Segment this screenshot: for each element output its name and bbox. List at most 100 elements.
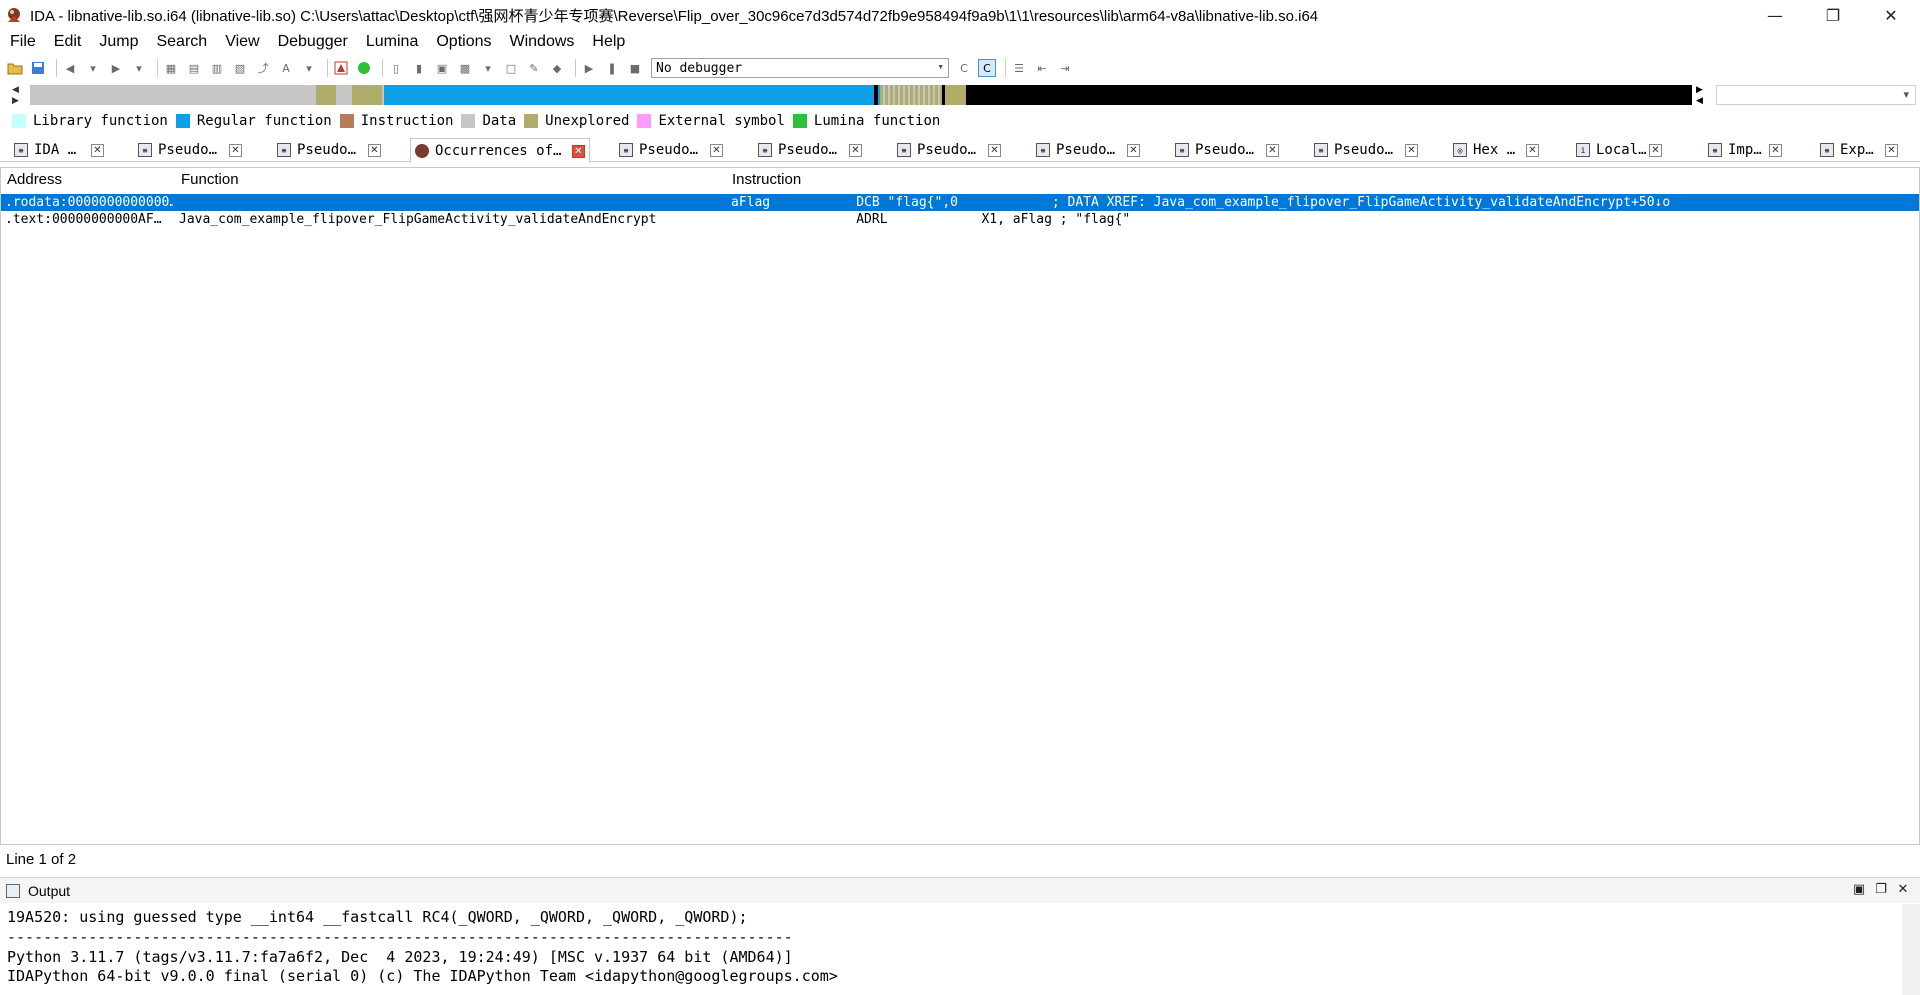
tab-exports[interactable]: ≡ Exp… ✕ [1816,138,1902,162]
column-header-instruction[interactable]: Instruction [732,171,801,188]
pseudocode-icon: ≡ [1036,143,1050,157]
menu-debugger[interactable]: Debugger [272,33,354,51]
menu-edit[interactable]: Edit [48,33,88,51]
chevron-down-icon[interactable]: ▾ [84,59,102,77]
close-tab-icon[interactable]: ✕ [1526,144,1539,157]
pause-icon[interactable]: ❚ [603,59,621,77]
chevron-down-icon[interactable]: ▾ [130,59,148,77]
array-icon[interactable]: ▩ [456,59,474,77]
restore-button[interactable]: ❐ [1804,0,1862,30]
breakpoint-icon[interactable]: ◆ [548,59,566,77]
tab-pseudocode[interactable]: ≡ Pseudo… ✕ [134,138,246,162]
ida-logo-icon [415,144,429,158]
pseudocode-icon: ≡ [277,143,291,157]
close-tab-icon[interactable]: ✕ [1769,144,1782,157]
debugger-select[interactable]: No debugger ▾ [651,58,949,78]
list-view-icon[interactable]: ☰ [1010,59,1028,77]
pseudocode-toggle-icon[interactable]: C [978,59,996,77]
menu-search[interactable]: Search [150,33,213,51]
undefine-icon[interactable]: □ [502,59,520,77]
indent-right-icon[interactable]: ⇥ [1056,59,1074,77]
float-icon[interactable]: ❐ [1870,882,1892,900]
menu-help[interactable]: Help [586,33,631,51]
nav-segment-unexplored [352,85,382,105]
close-tab-icon[interactable]: ✕ [368,144,381,157]
data-icon[interactable]: ▮ [410,59,428,77]
forward-icon[interactable]: ▶ [107,59,125,77]
tab-pseudocode[interactable]: ≡ Pseudo… ✕ [754,138,866,162]
menu-jump[interactable]: Jump [93,33,144,51]
menu-lumina[interactable]: Lumina [360,33,424,51]
tab-pseudocode[interactable]: ≡ Pseudo… ✕ [273,138,385,162]
nav-scroll-left-icon[interactable]: ◀ ▶ [12,84,26,106]
nav-segment-external [966,85,1692,105]
binary-search-icon[interactable]: ▦ [162,59,180,77]
code-icon[interactable]: ▯ [387,59,405,77]
table-row[interactable]: .rodata:0000000000000… aFlag DCB "flag{"… [1,194,1919,211]
tab-local-types[interactable]: i Local… ✕ [1572,138,1666,162]
disassembly-icon: ≡ [14,143,28,157]
chevron-down-icon[interactable]: ▾ [300,59,318,77]
play-icon[interactable]: ▶ [580,59,598,77]
tab-occurrences[interactable]: Occurrences of… ✕ [410,138,590,163]
output-scrollbar[interactable] [1902,904,1920,995]
close-tab-icon[interactable]: ✕ [1885,144,1898,157]
tab-hex-view[interactable]: ◎ Hex … ✕ [1449,138,1543,162]
text-search-icon[interactable]: ▤ [185,59,203,77]
close-tab-icon[interactable]: ✕ [1649,144,1662,157]
nav-scroll-right-icon[interactable]: ▶ ◀ [1696,84,1708,106]
tab-ida-view[interactable]: ≡ IDA … ✕ [10,138,108,162]
close-tab-icon[interactable]: ✕ [988,144,1001,157]
green-status-icon[interactable] [355,59,373,77]
save-icon[interactable] [29,59,47,77]
patch-icon[interactable]: ✎ [525,59,543,77]
back-icon[interactable]: ◀ [61,59,79,77]
close-tab-icon[interactable]: ✕ [572,145,585,158]
toolbar-separator [575,59,576,77]
open-folder-icon[interactable] [6,59,24,77]
column-header-function[interactable]: Function [181,171,239,188]
maximize-icon[interactable]: ▣ [1848,882,1870,900]
legend-instruction: Instruction [339,113,453,129]
chevron-down-icon[interactable]: ▾ [479,59,497,77]
navigation-strip[interactable] [30,85,1692,105]
pseudocode-icon: ≡ [897,143,911,157]
tab-pseudocode[interactable]: ≡ Pseudo… ✕ [1171,138,1283,162]
close-window-button[interactable]: ✕ [1862,0,1920,30]
close-tab-icon[interactable]: ✕ [91,144,104,157]
menu-view[interactable]: View [219,33,265,51]
close-tab-icon[interactable]: ✕ [1405,144,1418,157]
tab-pseudocode[interactable]: ≡ Pseudo… ✕ [1032,138,1144,162]
menu-windows[interactable]: Windows [503,33,580,51]
nav-segment-select[interactable]: ▾ [1716,85,1916,105]
tab-imports[interactable]: ≡ Imp… ✕ [1704,138,1786,162]
close-tab-icon[interactable]: ✕ [710,144,723,157]
menu-options[interactable]: Options [430,33,497,51]
immediate-search-icon[interactable]: ▥ [208,59,226,77]
close-tab-icon[interactable]: ✕ [1127,144,1140,157]
close-icon[interactable]: ✕ [1892,882,1914,900]
graph-stop-icon[interactable] [332,59,350,77]
tab-pseudocode[interactable]: ≡ Pseudo… ✕ [893,138,1005,162]
output-console[interactable]: 19A520: using guessed type __int64 __fas… [0,904,1920,995]
output-line: IDAPython 64-bit v9.0.0 final (serial 0)… [7,967,838,985]
table-row[interactable]: .text:00000000000AF… Java_com_example_fl… [1,211,1919,228]
legend-external-symbol: External symbol [637,113,785,129]
legend-data: Data [461,113,516,129]
minimize-button[interactable]: — [1746,0,1804,30]
close-tab-icon[interactable]: ✕ [229,144,242,157]
jump-icon[interactable]: ⤴ [254,59,272,77]
stop-icon[interactable]: ■ [626,59,644,77]
column-header-address[interactable]: Address [7,171,62,188]
tab-pseudocode[interactable]: ≡ Pseudo… ✕ [1310,138,1422,162]
struct-icon[interactable]: ▣ [433,59,451,77]
close-tab-icon[interactable]: ✕ [1266,144,1279,157]
menu-file[interactable]: File [4,33,42,51]
occurrences-table[interactable]: Address Function Instruction .rodata:000… [0,167,1920,845]
text-view-icon[interactable]: A [277,59,295,77]
decompile-icon[interactable]: C [955,59,973,77]
next-search-icon[interactable]: ▧ [231,59,249,77]
indent-left-icon[interactable]: ⇤ [1033,59,1051,77]
close-tab-icon[interactable]: ✕ [849,144,862,157]
tab-pseudocode[interactable]: ≡ Pseudo… ✕ [615,138,727,162]
